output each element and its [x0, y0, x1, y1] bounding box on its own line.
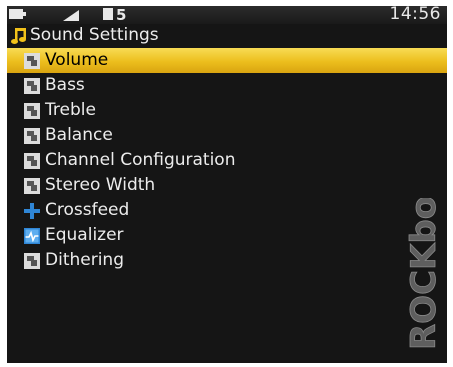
setting-icon	[24, 153, 40, 169]
menu-item-label: Dithering	[45, 250, 124, 270]
setting-icon	[24, 103, 40, 119]
menu-item-label: Crossfeed	[45, 200, 130, 220]
setting-icon	[24, 178, 40, 194]
menu-item-label: Volume	[45, 50, 109, 70]
equalizer-icon	[24, 228, 40, 244]
menu-item-channel-configuration[interactable]: Channel Configuration	[7, 148, 447, 173]
setting-icon	[24, 53, 40, 69]
setting-icon	[24, 128, 40, 144]
menu-item-treble[interactable]: Treble	[7, 98, 447, 123]
music-note-icon	[11, 28, 26, 44]
menu-item-stereo-width[interactable]: Stereo Width	[7, 173, 447, 198]
crossfeed-icon	[24, 203, 40, 219]
menu-item-balance[interactable]: Balance	[7, 123, 447, 148]
hold-indicator-text: 5	[116, 6, 127, 24]
volume-level-icon	[63, 10, 79, 21]
menu-item-label: Balance	[45, 125, 113, 145]
menu-item-label: Channel Configuration	[45, 150, 236, 170]
menu-item-equalizer[interactable]: Equalizer	[7, 223, 447, 248]
page-title: Sound Settings	[30, 25, 159, 45]
menu-item-label: Stereo Width	[45, 175, 156, 195]
menu-item-bass[interactable]: Bass	[7, 73, 447, 98]
menu-item-dithering[interactable]: Dithering	[7, 248, 447, 273]
rockbox-logo-text: ROCKbox	[404, 198, 443, 350]
menu-item-crossfeed[interactable]: Crossfeed	[7, 198, 447, 223]
clock: 14:56	[389, 6, 441, 24]
settings-menu: Volume Bass Treble Balance Channel Confi…	[7, 48, 447, 273]
setting-icon	[24, 78, 40, 94]
battery-icon	[9, 7, 27, 21]
status-bar: 5 14:56	[7, 6, 447, 24]
rockbox-logo: ROCKbox	[404, 198, 443, 350]
menu-item-label: Treble	[45, 100, 96, 120]
menu-item-volume[interactable]: Volume	[7, 48, 447, 73]
menu-item-label: Equalizer	[45, 225, 124, 245]
player-screen: 5 14:56 Sound Settings Volume Bass Trebl…	[7, 6, 447, 363]
setting-icon	[24, 253, 40, 269]
menu-item-label: Bass	[45, 75, 85, 95]
hold-indicator-icon: 5	[103, 6, 145, 24]
